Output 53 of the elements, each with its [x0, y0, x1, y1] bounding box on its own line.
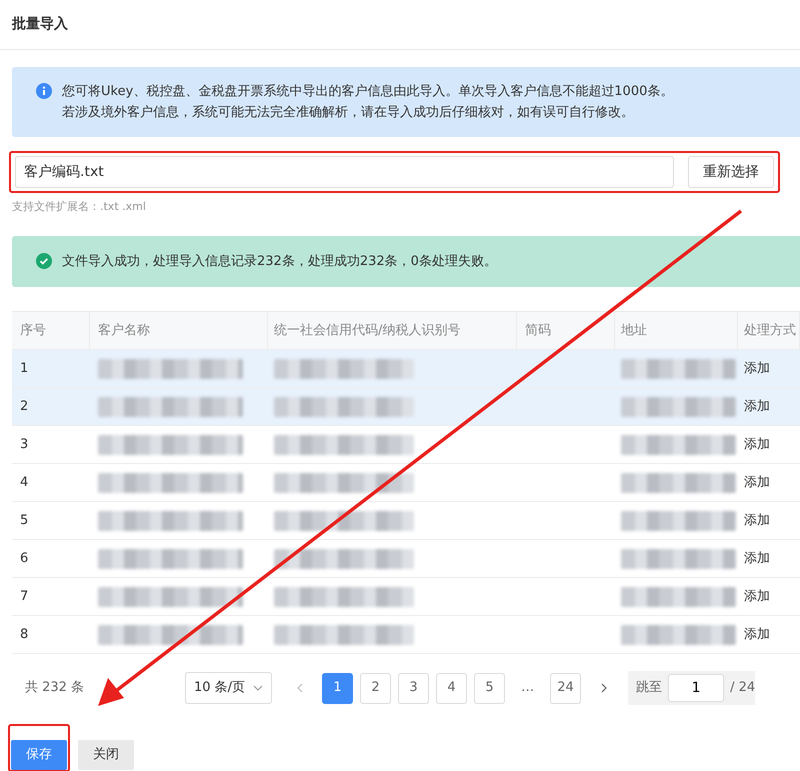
row-number: 2	[20, 398, 28, 414]
column-header: 处理方式	[744, 322, 796, 340]
table-row[interactable]: 6 添加	[12, 540, 800, 578]
caret-icon	[253, 685, 264, 691]
row-number: 3	[20, 436, 28, 452]
table-row[interactable]: 7 添加	[12, 578, 800, 616]
table-row[interactable]: 4 添加	[12, 464, 800, 502]
action-text: 添加	[744, 436, 770, 452]
column-header: 简码	[525, 322, 551, 340]
success-icon	[36, 253, 52, 270]
row-number: 7	[20, 588, 28, 604]
info-icon	[36, 83, 52, 99]
page-button[interactable]: 2	[360, 672, 392, 704]
action-text: 添加	[744, 550, 770, 566]
table-row[interactable]: 1 添加	[12, 350, 800, 388]
page-button[interactable]: 4	[436, 672, 468, 704]
row-number: 6	[20, 550, 28, 566]
action-text: 添加	[744, 398, 770, 414]
column-header: 客户名称	[98, 322, 150, 340]
table-row[interactable]: 3 添加	[12, 426, 800, 464]
page-button[interactable]: 3	[398, 672, 430, 704]
table-row[interactable]: 5 添加	[12, 502, 800, 540]
action-text: 添加	[744, 474, 770, 490]
page-input[interactable]: 1	[668, 674, 724, 702]
page-size-select[interactable]: 10 条/页	[185, 672, 272, 704]
info-text: 您可将Ukey、税控盘、金税盘开票系统中导出的客户信息由此导入。单次导入客户信息不能超过1000条。	[62, 83, 674, 101]
file-field[interactable]: 客户编码.txt	[15, 156, 674, 188]
jump-label: 跳至	[636, 679, 662, 698]
table-row[interactable]: 8 添加	[12, 616, 800, 654]
info-text: 若涉及境外客户信息，系统可能无法完全准确解析，请在导入成功后仔细核对，如有误可自行修改。	[62, 104, 635, 122]
page-count: / 24	[730, 679, 756, 698]
reselect-button[interactable]: 重新选择	[688, 156, 774, 188]
dialog-title: 批量导入	[0, 0, 800, 50]
hint-text: 支持文件扩展名：.txt .xml	[12, 199, 147, 215]
row-number: 1	[20, 360, 28, 376]
action-text: 添加	[744, 360, 770, 376]
chevron-left-icon	[296, 683, 303, 693]
page-button[interactable]: 5	[474, 672, 506, 704]
table-row[interactable]: 2 添加	[12, 388, 800, 426]
action-text: 添加	[744, 588, 770, 604]
row-number: 4	[20, 474, 28, 490]
action-text: 添加	[744, 512, 770, 528]
action-text: 添加	[744, 626, 770, 642]
column-header: 地址	[621, 322, 647, 340]
column-header: 序号	[20, 322, 46, 340]
row-number: 5	[20, 512, 28, 528]
close-button[interactable]: 关闭	[78, 740, 134, 770]
page-button[interactable]: 24	[550, 672, 582, 704]
row-number: 8	[20, 626, 28, 642]
chevron-right-icon	[600, 683, 607, 693]
column-header: 统一社会信用代码/纳税人识别号	[274, 322, 460, 340]
total-count: 共 232 条	[25, 679, 86, 698]
success-text: 文件导入成功，处理导入信息记录232条，处理成功232条，0条处理失败。	[62, 252, 497, 270]
